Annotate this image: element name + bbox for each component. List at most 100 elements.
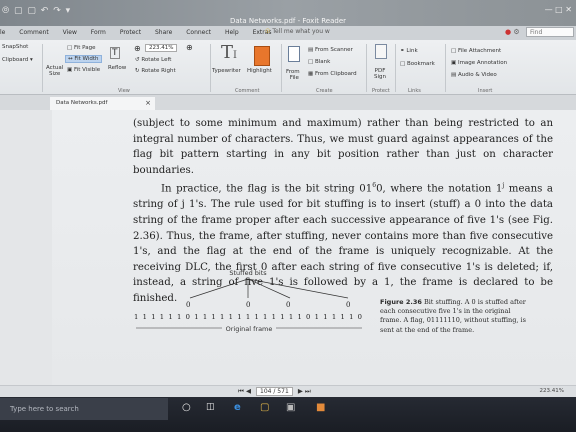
paragraph-2-part-a: In practice, the flag is the bit string … (161, 183, 373, 195)
page-number-input[interactable]: 104 / 571 (256, 387, 293, 396)
navigation-pane (0, 110, 53, 392)
menu-protect[interactable]: Protect (120, 29, 141, 36)
actual-size-button[interactable]: Actual Size (46, 65, 63, 77)
from-clipboard-button[interactable]: ▦ From Clipboard (308, 71, 357, 77)
typewriter-button[interactable]: Typewriter (212, 68, 241, 74)
fit-width-button[interactable]: ↔ Fit Width (65, 55, 102, 63)
rotate-right-button[interactable]: ↻ Rotate Right (135, 68, 176, 74)
rotate-left-label: Rotate Left (141, 57, 172, 63)
group-protect-label: Protect (372, 88, 390, 94)
group-links-label: Links (408, 88, 421, 94)
paperclip-icon: □ (451, 48, 457, 54)
rotate-left-button[interactable]: ↺ Rotate Left (135, 57, 171, 63)
fit-visible-button[interactable]: ▣ Fit Visible (67, 67, 100, 73)
find-placeholder: Find (530, 29, 543, 36)
from-file-button[interactable]: From File (286, 69, 300, 81)
link-icon: ⚭ (400, 48, 405, 54)
menu-connect[interactable]: Connect (186, 29, 211, 36)
window-controls[interactable]: — □ ✕ (545, 5, 572, 14)
link-label: Link (406, 48, 418, 54)
file-attachment-label: File Attachment (457, 48, 502, 54)
menu-bar: le Comment View Form Protect Share Conne… (0, 26, 576, 41)
rotate-left-icon: ↺ (135, 57, 140, 63)
image-annotation-label: Image Annotation (457, 60, 508, 66)
stuffed-zero-1: 0 (186, 301, 190, 309)
clipboard-button[interactable]: Clipboard ▾ (2, 57, 33, 63)
rotate-right-label: Rotate Right (141, 68, 176, 74)
menu-view[interactable]: View (63, 29, 77, 36)
first-page-icon[interactable]: ⏮ (238, 387, 244, 395)
bit-stuffing-diagram: Stuffed bits 0 0 0 0 1 1 1 1 1 1 0 1 1 1… (134, 269, 362, 333)
link-button[interactable]: ⚭ Link (400, 48, 418, 54)
page-navigation: ⏮ ◀ 104 / 571 ▶ ⏭ (238, 387, 311, 396)
zoom-in-icon[interactable]: ⊕ (186, 43, 193, 52)
close-tab-icon[interactable]: × (145, 99, 151, 107)
store-icon[interactable]: ▣ (286, 402, 295, 413)
fit-visible-icon: ▣ (67, 67, 73, 73)
tell-me-text: Tell me what you w (272, 28, 330, 35)
rotate-right-icon: ↻ (135, 68, 140, 74)
zoom-readout[interactable]: 223.41% (540, 388, 564, 394)
from-clipboard-label: From Clipboard (314, 71, 357, 77)
arrow-line-1 (189, 278, 249, 299)
caption-number: Figure 2.36 (380, 298, 422, 306)
account-icon[interactable]: ● ⚙ (505, 28, 520, 36)
audio-video-button[interactable]: ▤ Audio & Video (451, 72, 497, 78)
bit-sequence: 1 1 1 1 1 1 0 1 1 1 1 1 1 1 1 1 1 1 1 1 … (134, 313, 362, 321)
file-attachment-button[interactable]: □ File Attachment (451, 48, 501, 54)
highlight-button[interactable]: Highlight (247, 68, 272, 74)
bookmark-label: Bookmark (406, 61, 435, 67)
zoom-out-icon[interactable]: ⊕ (134, 44, 141, 53)
document-tab-title: Data Networks.pdf (56, 100, 108, 106)
foxit-taskbar-icon[interactable]: ■ (316, 402, 325, 413)
cortana-icon[interactable]: ○ (182, 402, 191, 413)
menu-form[interactable]: Form (91, 29, 106, 36)
actual-size-label-2: Size (49, 71, 61, 77)
bookmark-button[interactable]: □ Bookmark (400, 61, 435, 67)
audio-video-label: Audio & Video (457, 72, 497, 78)
pdf-sign-button[interactable]: PDF Sign (374, 68, 386, 80)
group-insert-label: Insert (478, 88, 493, 94)
windows-taskbar: Type here to search ○ ◫ e ▢ ▣ ■ (0, 397, 576, 432)
menu-file[interactable]: le (0, 29, 5, 36)
blank-button[interactable]: □ Blank (308, 59, 330, 65)
edge-icon[interactable]: e (234, 402, 241, 413)
previous-page-icon[interactable]: ◀ (246, 387, 251, 395)
pdf-sign-icon (375, 44, 387, 59)
snapshot-button[interactable]: SnapShot (2, 44, 28, 50)
from-file-icon (288, 46, 300, 62)
fit-page-button[interactable]: □ Fit Page (67, 45, 95, 51)
title-bar: ⦾ ▢ ▢ ↶ ↷ ▾ Data Networks.pdf - Foxit Re… (0, 0, 576, 26)
stuffed-zero-2: 0 (246, 301, 250, 309)
zoom-level-select[interactable]: 223.41% (145, 44, 178, 52)
quick-access-toolbar[interactable]: ⦾ ▢ ▢ ↶ ↷ ▾ (2, 6, 71, 16)
window-title: Data Networks.pdf - Foxit Reader (229, 17, 347, 25)
typewriter-icon: TI (221, 42, 237, 63)
scanner-icon: ▤ (308, 47, 314, 53)
tell-me-box[interactable]: ☉ Tell me what you w (265, 28, 330, 35)
find-input[interactable]: Find (526, 27, 574, 37)
taskbar-search[interactable]: Type here to search (0, 398, 168, 420)
blank-label: Blank (314, 59, 331, 65)
menu-comment[interactable]: Comment (19, 29, 48, 36)
document-tab-bar: Data Networks.pdf × (0, 95, 576, 110)
from-scanner-label: From Scanner (314, 47, 353, 53)
reflow-button[interactable]: Reflow (108, 65, 126, 71)
from-scanner-button[interactable]: ▤ From Scanner (308, 47, 353, 53)
bookmark-icon: □ (400, 61, 406, 67)
menu-share[interactable]: Share (155, 29, 172, 36)
stuffed-bits-label: Stuffed bits (229, 269, 267, 277)
image-annotation-button[interactable]: ▣ Image Annotation (451, 60, 507, 66)
file-explorer-icon[interactable]: ▢ (260, 402, 269, 413)
menu-help[interactable]: Help (225, 29, 239, 36)
last-page-icon[interactable]: ⏭ (305, 387, 311, 395)
original-frame-label: Original frame (226, 325, 273, 333)
image-icon: ▣ (451, 60, 457, 66)
document-tab[interactable]: Data Networks.pdf × (50, 97, 155, 110)
ribbon-toolbar: SnapShot Clipboard ▾ Actual Size □ Fit Pa… (0, 40, 576, 95)
pdf-sign-label-2: Sign (374, 74, 386, 80)
fit-width-label: Fit Width (74, 56, 99, 62)
next-page-icon[interactable]: ▶ (298, 387, 303, 395)
taskbar-search-placeholder: Type here to search (10, 405, 79, 413)
task-view-icon[interactable]: ◫ (206, 402, 215, 412)
